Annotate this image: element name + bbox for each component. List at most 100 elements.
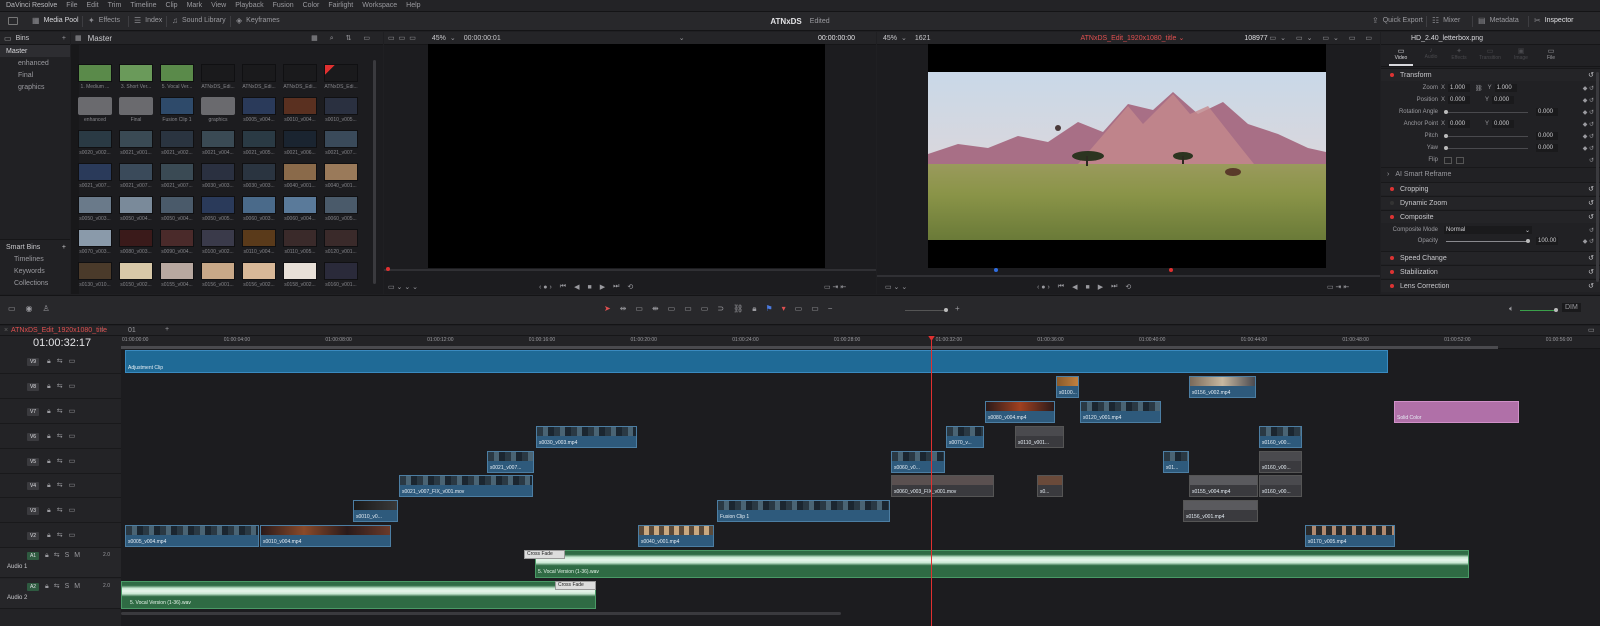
menu-help[interactable]: Help [406,2,420,9]
pitch-slider[interactable] [1444,133,1528,138]
menu-trim[interactable]: Trim [108,2,122,9]
slider-knob[interactable] [1554,308,1558,312]
inspector-button[interactable]: ✂ Inspector [1534,16,1574,25]
tab-audio[interactable]: ♪ Audio [1419,47,1443,60]
timeline-clip[interactable]: s0021_v007... [487,451,534,473]
tab-transition[interactable]: ▭ Transition [1475,47,1505,61]
playhead-line[interactable] [931,336,932,626]
cross-fade-transition[interactable]: Cross Fade [524,550,565,559]
media-clip-thumbnail[interactable] [119,64,153,82]
media-clip-thumbnail[interactable] [201,196,235,214]
keyframe-icon[interactable]: ◆ ↺ [1583,145,1594,152]
media-clip-thumbnail[interactable] [201,64,235,82]
timeline-view-options[interactable]: ▭◉♙ [8,304,60,313]
loop-icon[interactable]: ⟲ [627,283,633,291]
timeline-clip[interactable]: s0060_v0... [891,451,945,473]
media-clip-thumbnail[interactable] [324,97,358,115]
media-clip-thumbnail[interactable] [78,64,112,82]
mixer-button[interactable]: ☷ Mixer [1432,16,1460,25]
step-back-icon[interactable]: ◀ [1072,283,1077,291]
sound-library-button[interactable]: ♫ Sound Library [172,16,226,25]
media-clip-thumbnail[interactable] [78,130,112,148]
media-pool-button[interactable]: ▦ Media Pool [32,16,79,25]
menu-view[interactable]: View [211,2,226,9]
media-clip-thumbnail[interactable] [78,163,112,181]
fusion-clip[interactable]: Fusion Clip 1 [717,500,890,522]
skip-start-icon[interactable]: ⏮ [560,283,566,291]
zoom-out-icon[interactable]: − [828,304,842,313]
timeline-viewer-zoom[interactable]: 45% [883,35,897,42]
close-icon[interactable]: × [4,327,8,334]
dim-button[interactable]: DIM [1562,303,1581,312]
timeline-zoom-slider[interactable] [905,310,947,311]
media-clip-thumbnail[interactable] [242,97,276,115]
timeline-clip[interactable]: s0155_v004.mp4 [1189,475,1258,497]
flip-horizontal-icon[interactable] [1444,156,1452,164]
viewer-options-icon[interactable]: ▭ ⌄ ⌄ ⌄ [388,283,418,291]
track-header-v3[interactable]: V3 🔒︎⇆▭ [0,499,121,523]
zoom-full-icon[interactable]: ▭ [795,304,812,313]
media-clip-thumbnail[interactable] [324,262,358,280]
panel-toggle-icon[interactable]: ▭ [1588,326,1595,334]
media-clip-thumbnail[interactable] [119,196,153,214]
timeline-clip[interactable]: s0120_v001.mp4 [1080,401,1161,423]
track-header-v2[interactable]: V2 🔒︎⇆▭ [0,524,121,548]
media-pool-scrollbar[interactable] [373,60,376,284]
enable-dot[interactable] [1390,215,1394,219]
enable-dot[interactable] [1390,256,1394,260]
media-clip-thumbnail[interactable] [201,130,235,148]
tab-video[interactable]: ▭ Video [1389,47,1413,61]
track-header-v4[interactable]: V4 🔒︎⇆▭ [0,474,121,498]
media-clip-thumbnail[interactable] [324,196,358,214]
lock-icon[interactable]: 🔒︎ [752,304,765,313]
blade-tool-icon[interactable]: ▭ [635,304,652,313]
media-clip-thumbnail[interactable] [201,262,235,280]
timeline-clip[interactable]: s0030_v003.mp4 [536,426,637,448]
enable-dot[interactable] [1390,284,1394,288]
dynamic-trim-icon[interactable]: ⇼ [652,304,668,313]
source-playhead[interactable] [386,267,390,271]
reset-icon[interactable]: ↺ [1588,71,1594,79]
tab-image[interactable]: ▣ Image [1509,47,1533,61]
zoom-y-field[interactable]: 1.000 [1494,84,1517,92]
media-clip-thumbnail[interactable] [283,130,317,148]
media-clip-thumbnail[interactable] [119,262,153,280]
track-controls[interactable]: 🔒︎⇆▭ [47,481,81,490]
media-clip-thumbnail[interactable] [242,130,276,148]
reset-icon[interactable]: ↺ [1588,268,1594,276]
play-icon[interactable]: ▶ [1098,283,1103,291]
media-clip-thumbnail[interactable] [78,229,112,247]
timeline-clip[interactable]: s0040_v001.mp4 [638,525,714,547]
media-clip-thumbnail[interactable] [119,163,153,181]
reset-icon[interactable]: ↺ [1588,282,1594,290]
timeline-clip[interactable]: s0080_v004.mp4 [985,401,1055,423]
anchor-y-field[interactable]: 0.000 [1492,120,1515,128]
media-clip-thumbnail[interactable] [242,229,276,247]
metadata-button[interactable]: ▤ Metadata [1478,16,1519,25]
source-viewer-tools[interactable]: ▭ ⌄ ⌄ ⌄ [388,282,418,292]
media-clip-thumbnail[interactable] [283,97,317,115]
close-icon[interactable]: × [100,327,104,334]
track-header-a1[interactable]: A1 🔒︎⇆SM 2.0 Audio 1 [0,548,121,578]
media-clip-thumbnail[interactable] [201,163,235,181]
slider-knob[interactable] [944,308,948,312]
source-right-controls[interactable]: ▭ ⇥ ⇤ [824,282,846,292]
timeline-horizontal-scrollbar[interactable] [121,612,841,615]
media-clip-thumbnail[interactable] [160,229,194,247]
tab-file[interactable]: ▭ File [1539,47,1563,61]
timeline-clip[interactable]: s0170_v005.mp4 [1305,525,1395,547]
menu-fairlight[interactable]: Fairlight [328,2,353,9]
adjustment-clip[interactable]: Adjustment Clip [125,350,1388,373]
track-controls[interactable]: 🔒︎⇆▭ [47,506,81,515]
keyframe-icon[interactable]: ◆ ↺ [1583,121,1594,128]
cropping-section[interactable]: Cropping ↺ [1381,182,1600,195]
keyframe-icon[interactable]: ◆ ↺ [1583,97,1594,104]
track-header-v8[interactable]: V8 🔒︎⇆▭ [0,375,121,399]
quick-export-button[interactable]: ⇪ Quick Export [1372,16,1423,25]
timeline-viewer-name[interactable]: ATNxDS_Edit_1920x1080_title [1080,35,1176,42]
slider-knob[interactable] [1444,145,1448,150]
media-clip-thumbnail[interactable] [78,196,112,214]
timeline-clip[interactable]: s0060_v003_FIX_v001.mov [891,475,994,497]
match-frame-icon[interactable]: ▭ ⇥ ⇤ [1327,283,1349,291]
timeline-clip[interactable]: s0160_v00... [1259,475,1302,497]
